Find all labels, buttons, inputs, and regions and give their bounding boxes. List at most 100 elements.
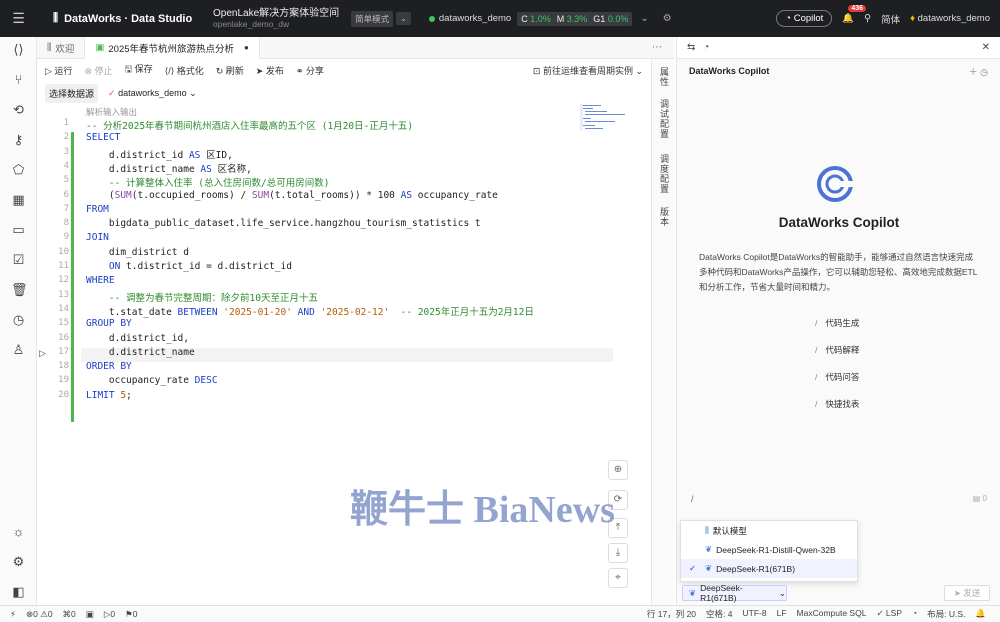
format-button[interactable]: ⟨/⟩ 格式化 bbox=[165, 64, 204, 77]
code-line[interactable]: ORDER BY bbox=[86, 361, 132, 372]
zoom-in-icon[interactable]: ⊕ bbox=[608, 460, 628, 480]
more-icon[interactable]: ⋯ bbox=[652, 42, 662, 53]
eol[interactable]: LF bbox=[777, 608, 787, 620]
gear-icon[interactable]: ⚙ bbox=[11, 554, 26, 569]
indent-setting[interactable]: 空格: 4 bbox=[706, 608, 732, 620]
bell-icon[interactable]: 🔔 bbox=[975, 608, 986, 620]
scroll-top-icon[interactable]: ⤒ bbox=[608, 518, 628, 538]
clock-icon[interactable]: ◷ bbox=[11, 312, 26, 327]
collapse-icon[interactable]: ⇆ bbox=[687, 42, 695, 53]
sync-icon[interactable]: ⟳ bbox=[608, 490, 628, 510]
refresh-button[interactable]: ↻ 刷新 bbox=[216, 64, 244, 77]
tab-sql-file[interactable]: ▣ 2025年春节杭州旅游热点分析 bbox=[85, 36, 260, 59]
app-brand[interactable]: ⫼ DataWorks · Data Studio bbox=[53, 12, 203, 25]
copilot-status-icon[interactable]: ◔ bbox=[912, 608, 917, 620]
code-line[interactable]: SELECT bbox=[86, 132, 120, 143]
code-line[interactable]: d.district_id AS 区ID, bbox=[86, 147, 233, 161]
send-button[interactable]: ➤ 发送 bbox=[944, 585, 990, 601]
code-line[interactable]: LIMIT 5; bbox=[86, 390, 132, 401]
code-editor[interactable]: 解析输入输出 ▷ 1 -- 分析2025年春节期间杭州酒店入住率最高的五个区 (1… bbox=[37, 104, 651, 604]
sidebar-toggle-icon[interactable]: ◧ bbox=[11, 584, 26, 599]
lsp-status[interactable]: ✓ LSP bbox=[876, 608, 902, 620]
env-selector[interactable]: dataworks_demo bbox=[428, 13, 511, 24]
tab-debug-config[interactable]: 调试配置 bbox=[658, 99, 671, 139]
model-option-default[interactable]: ⫼ 默认模型 bbox=[681, 521, 857, 540]
code-line[interactable]: occupancy_rate DESC bbox=[86, 375, 218, 386]
mode-select[interactable]: 简单模式 bbox=[351, 10, 394, 27]
language-mode[interactable]: MaxCompute SQL bbox=[797, 608, 867, 620]
share-button[interactable]: ⚭ 分享 bbox=[296, 64, 324, 77]
code-line[interactable]: -- 计算整体入住率 (总入住房间数/总可用房间数) bbox=[86, 175, 330, 189]
minimap[interactable] bbox=[580, 104, 640, 134]
code-icon[interactable]: ⟨⟩ bbox=[11, 42, 26, 57]
puzzle-icon[interactable]: ⬠ bbox=[11, 162, 26, 177]
copilot-button[interactable]: ◔ Copilot bbox=[776, 10, 833, 27]
key-icon[interactable]: ⚷ bbox=[11, 132, 26, 147]
encoding[interactable]: UTF-8 bbox=[743, 608, 767, 620]
user-menu[interactable]: ♦ dataworks_demo bbox=[910, 13, 990, 24]
model-select[interactable]: ❦ DeepSeek-R1(671B) ⌄ bbox=[682, 583, 787, 603]
trash-icon[interactable]: 🗑 bbox=[11, 282, 28, 297]
datasource-select[interactable]: ✓ dataworks_demo ⌄ bbox=[108, 88, 197, 99]
debug-indicator[interactable]: ▷0 bbox=[104, 609, 115, 620]
code-line[interactable]: d.district_id, bbox=[86, 333, 189, 344]
checklist-icon[interactable]: ☑ bbox=[11, 252, 26, 267]
code-line[interactable]: JOIN bbox=[86, 232, 109, 243]
keyboard-layout[interactable]: 布局: U.S. bbox=[927, 608, 965, 620]
folder-icon[interactable]: ▭ bbox=[11, 222, 26, 237]
close-icon[interactable]: ✕ bbox=[982, 42, 990, 53]
code-line[interactable]: WHERE bbox=[86, 275, 115, 286]
code-line[interactable]: d.district_name bbox=[86, 347, 195, 358]
locate-icon[interactable]: ⌖ bbox=[608, 568, 628, 588]
workflow-icon[interactable]: ⟲ bbox=[11, 102, 26, 117]
tab-schedule-config[interactable]: 调度配置 bbox=[658, 154, 671, 194]
select-datasource-button[interactable]: 选择数据源 bbox=[45, 83, 99, 103]
table-icon[interactable]: ▦ bbox=[11, 192, 26, 207]
code-line[interactable]: GROUP BY bbox=[86, 318, 132, 329]
code-line[interactable]: bigdata_public_dataset.life_service.hang… bbox=[86, 218, 481, 229]
suggestion-code-qa[interactable]: / 代码问答 bbox=[815, 371, 859, 383]
suggestion-code-explain[interactable]: / 代码解释 bbox=[815, 344, 859, 356]
theme-icon[interactable]: ☼ bbox=[11, 524, 26, 539]
copilot-icon[interactable]: ◔ bbox=[703, 42, 709, 53]
tab-welcome[interactable]: ⫼ 欢迎 bbox=[37, 36, 86, 59]
code-line[interactable]: t.stat_date BETWEEN '2025-01-20' AND '20… bbox=[86, 304, 534, 318]
chevron-down-icon[interactable]: ⌄ bbox=[640, 13, 648, 24]
git-branch-icon[interactable]: ⑂ bbox=[11, 72, 26, 87]
search-icon[interactable]: ⚲ bbox=[864, 13, 871, 24]
stop-button[interactable]: ⊗ 停止 bbox=[84, 64, 112, 77]
scroll-bottom-icon[interactable]: ⤓ bbox=[608, 543, 628, 563]
code-line[interactable]: ON t.district_id = d.district_id bbox=[86, 261, 292, 272]
workspace-switcher[interactable]: OpenLake解决方案体验空间 openlake_demo_dw bbox=[213, 8, 339, 30]
code-line[interactable]: (SUM(t.occupied_rooms) / SUM(t.total_roo… bbox=[86, 190, 498, 201]
user-icon[interactable]: ♙ bbox=[11, 342, 26, 357]
code-line[interactable]: -- 调整为春节完整周期：除夕前10天至正月十五 bbox=[86, 290, 318, 304]
suggestion-code-gen[interactable]: / 代码生成 bbox=[815, 317, 859, 329]
language-switch[interactable]: 简体 bbox=[881, 12, 900, 26]
menu-icon[interactable]: ☰ bbox=[0, 10, 37, 27]
tab-versions[interactable]: 版本 bbox=[658, 207, 671, 227]
copilot-input[interactable]: / ▤ 0 bbox=[685, 490, 993, 514]
tab-properties[interactable]: 属性 bbox=[658, 67, 671, 87]
save-button[interactable]: 🖫 保存 bbox=[125, 62, 153, 78]
code-line[interactable]: -- 分析2025年春节期间杭州酒店入住率最高的五个区 (1月20日-正月十五) bbox=[86, 118, 413, 132]
problems-indicator[interactable]: ⊗0 ⚠0 bbox=[26, 609, 53, 620]
remote-icon[interactable]: ⚡ bbox=[10, 609, 16, 620]
ports-indicator[interactable]: ⌘0 bbox=[63, 609, 76, 620]
notification-icon[interactable]: 🔔 436 bbox=[842, 5, 866, 24]
new-chat-icon[interactable]: ＋ ◷ bbox=[969, 65, 988, 78]
suggestion-find-table[interactable]: / 快捷找表 bbox=[815, 398, 859, 410]
terminal-icon[interactable]: ▣ bbox=[86, 609, 94, 620]
run-button[interactable]: ▷ 运行 bbox=[45, 64, 72, 77]
code-line[interactable]: dim_district d bbox=[86, 247, 189, 258]
flag-indicator[interactable]: ⚑0 bbox=[125, 609, 137, 620]
code-line[interactable]: d.district_name AS 区名称, bbox=[86, 161, 252, 175]
ops-link[interactable]: ⊡ 前往运维查看周期实例 ⌄ bbox=[533, 64, 643, 77]
publish-button[interactable]: ➤ 发布 bbox=[256, 64, 284, 77]
cursor-position[interactable]: 行 17，列 20 bbox=[647, 608, 696, 620]
model-option-r1[interactable]: ✓ ❦ DeepSeek-R1(671B) bbox=[681, 559, 857, 578]
model-option-distill[interactable]: ❦ DeepSeek-R1-Distill-Qwen-32B bbox=[681, 540, 857, 559]
settings-icon[interactable]: ⚙ bbox=[663, 13, 672, 24]
mode-chevron-icon[interactable]: ⌄ bbox=[396, 12, 411, 25]
code-line[interactable]: FROM bbox=[86, 204, 109, 215]
